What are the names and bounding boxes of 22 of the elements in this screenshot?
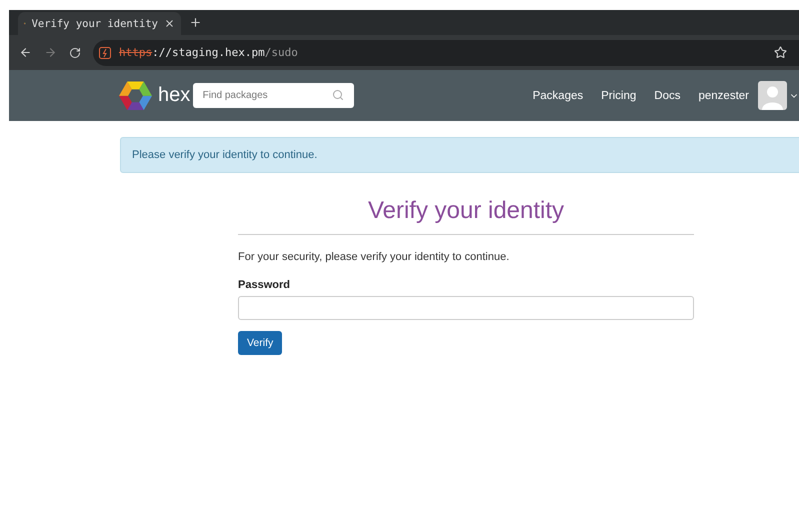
forward-icon[interactable] <box>44 46 57 59</box>
nav-link[interactable]: Pricing <box>592 90 646 102</box>
password-label: Password <box>238 279 291 291</box>
reload-icon[interactable] <box>69 46 81 58</box>
nav-link[interactable]: Packages <box>524 90 592 102</box>
page-title: Verify your identity <box>238 197 694 235</box>
intro-text: For your security, please verify your identity to continue. <box>238 251 510 263</box>
back-icon[interactable] <box>19 46 32 59</box>
info-alert: Please verify your identity to continue. <box>120 137 799 173</box>
tab-title: Verify your identity <box>32 18 158 30</box>
search-field[interactable]: Find packages <box>192 83 354 108</box>
verify-button[interactable]: Verify <box>238 331 282 355</box>
logo-text[interactable]: hex <box>158 84 190 107</box>
user-link[interactable]: penzester <box>689 90 758 102</box>
star-icon[interactable] <box>774 46 787 59</box>
browser-tab[interactable]: Verify your identity <box>18 12 181 35</box>
close-icon[interactable] <box>164 18 175 29</box>
password-field[interactable] <box>238 296 694 320</box>
nav-link[interactable]: Docs <box>645 90 690 102</box>
insecure-icon[interactable] <box>99 46 111 58</box>
new-tab-icon[interactable] <box>189 16 202 29</box>
hex-logo-icon <box>119 80 152 110</box>
